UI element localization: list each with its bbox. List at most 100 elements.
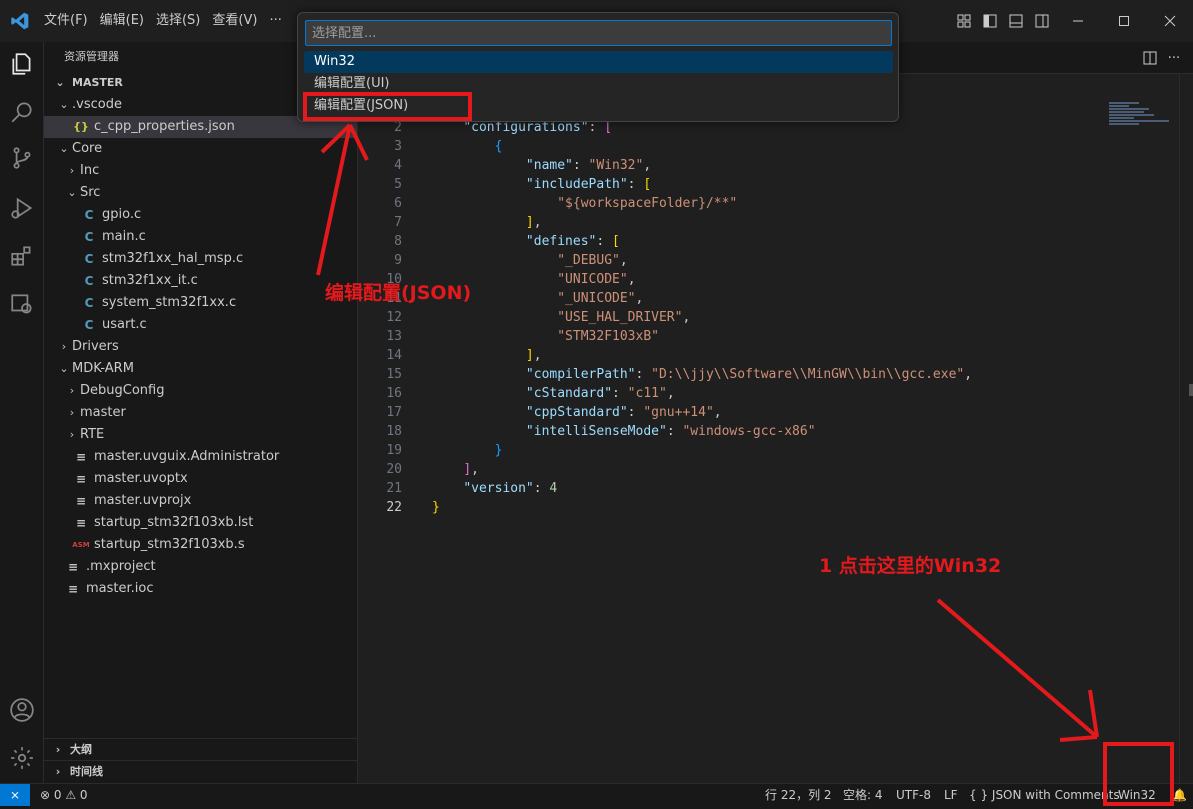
tree-item[interactable]: Cmain.c [44,226,357,248]
tree-item[interactable]: › DebugConfig [44,380,357,402]
chevron-right-icon: › [69,164,75,177]
tree-item[interactable]: Cgpio.c [44,204,357,226]
toggle-secondary-sidebar-icon[interactable] [1029,8,1055,34]
scrollbar-thumb[interactable] [1189,384,1193,396]
tree-item[interactable]: ≡ master.uvoptx [44,468,357,490]
minimize-icon[interactable] [1055,0,1101,42]
chevron-right-icon: › [55,743,61,756]
explorer-sidebar: 资源管理器 ⌄ MASTER ⌄ .vscode{} c_cpp_propertie… [44,42,358,783]
line-number: 19 [386,443,402,458]
tree-item[interactable]: ASM startup_stm32f103xb.s [44,534,357,556]
toggle-primary-sidebar-icon[interactable] [977,8,1003,34]
vscode-logo-icon [6,7,34,35]
line-number: 22 [386,500,402,515]
code-text: } [432,500,440,515]
chevron-down-icon: ⌄ [59,142,69,155]
annotation-label-click-win32: 1 点击这里的Win32 [819,555,1002,577]
code-text: "USE_HAL_DRIVER", [557,310,691,325]
tree-item[interactable]: › RTE [44,424,357,446]
tree-item-label: .vscode [72,97,122,112]
search-icon[interactable] [6,96,38,128]
source-control-icon[interactable] [6,142,38,174]
tree-item-label: stm32f1xx_it.c [102,273,198,288]
tree-item-label: main.c [102,229,146,244]
tree-item[interactable]: Cusart.c [44,314,357,336]
tree-item[interactable]: ≡ .mxproject [44,556,357,578]
line-number: 5 [394,177,402,192]
file-icon: ≡ [75,516,87,530]
cursor-position[interactable]: 行 22，列 2 [765,784,832,806]
tree-item[interactable]: › master [44,402,357,424]
tree-item-label: Core [72,141,103,156]
tree-item[interactable]: Cstm32f1xx_it.c [44,270,357,292]
outline-section[interactable]: › 大纲 [44,738,358,760]
menu-selection[interactable]: 选择(S) [150,7,206,35]
line-number: 12 [386,310,402,325]
timeline-section[interactable]: › 时间线 [44,760,358,782]
remote-indicator-icon[interactable]: ⨯ [0,784,30,806]
indentation[interactable]: 空格: 4 [843,784,883,806]
extensions-icon[interactable] [6,240,38,272]
line-number: 21 [386,481,402,496]
tree-item[interactable]: ≡ startup_stm32f103xb.lst [44,512,357,534]
tree-item-label: Src [80,185,101,200]
tree-item[interactable]: Csystem_stm32f1xx.c [44,292,357,314]
code-text: "_DEBUG", [557,253,628,268]
tree-item[interactable]: ≡ master.uvguix.Administrator [44,446,357,468]
code-text: "version": 4 [463,481,558,496]
tree-item[interactable]: ⌄ Src [44,182,357,204]
tree-item-label: DebugConfig [80,383,165,398]
workspace-root-label: MASTER [72,76,123,89]
line-number: 7 [394,215,402,230]
activity-bar [0,42,44,783]
c-file-icon: C [84,296,94,310]
line-number: 18 [386,424,402,439]
file-tree: ⌄ .vscode{} c_cpp_properties.json ⌄ Core › Inc… [44,94,357,600]
code-text: "name": "Win32", [525,158,652,173]
close-icon[interactable] [1147,0,1193,42]
explorer-icon[interactable] [6,48,38,80]
tree-item[interactable]: › Inc [44,160,357,182]
maximize-icon[interactable] [1101,0,1147,42]
menu-view[interactable]: 查看(V) [206,7,263,35]
quick-pick-input[interactable] [305,20,892,46]
tree-item[interactable]: ≡ master.uvprojx [44,490,357,512]
tree-item[interactable]: Cstm32f1xx_hal_msp.c [44,248,357,270]
tree-item-label: Inc [80,163,100,178]
menu-more[interactable]: ··· [263,7,287,35]
language-mode[interactable]: { } JSON with Comments [969,784,1120,806]
tree-item[interactable]: ⌄ MDK-ARM [44,358,357,380]
minimap[interactable] [1109,102,1179,152]
tree-item[interactable]: › Drivers [44,336,357,358]
customize-layout-icon[interactable] [951,8,977,34]
chevron-down-icon: ⌄ [59,98,69,111]
account-icon[interactable] [6,694,38,726]
editor-scrollbar[interactable] [1179,74,1193,783]
menu-edit[interactable]: 编辑(E) [94,7,150,35]
line-number: 4 [394,158,402,173]
chevron-down-icon: ⌄ [67,186,77,199]
tree-item[interactable]: ≡ master.ioc [44,578,357,600]
run-debug-icon[interactable] [6,192,38,224]
encoding[interactable]: UTF-8 [896,784,931,806]
tree-item-label: startup_stm32f103xb.lst [94,515,254,530]
more-actions-icon[interactable]: ··· [1164,48,1184,68]
tree-item[interactable]: ⌄ Core [44,138,357,160]
chevron-right-icon: › [69,406,75,419]
code-text: "compilerPath": "D:\\jjy\\Software\\MinG… [525,367,973,382]
quick-pick-item-win32[interactable]: Win32 [304,51,893,73]
status-bar: ⨯ ⊗ 0 ⚠ 0 行 22，列 2 空格: 4 UTF-8 LF { } JS… [0,783,1193,809]
menu-file[interactable]: 文件(F) [38,7,94,35]
asm-file-icon: ASM [72,541,90,549]
gear-icon[interactable] [6,742,38,774]
problems-indicator[interactable]: ⊗ 0 ⚠ 0 [40,784,88,806]
end-of-line[interactable]: LF [944,784,958,806]
split-editor-icon[interactable] [1140,48,1160,68]
c-file-icon: C [84,208,94,222]
line-number: 9 [394,253,402,268]
tree-item-label: master.ioc [86,581,154,596]
notifications-bell-icon[interactable]: 🔔 [1172,784,1187,806]
toggle-panel-icon[interactable] [1003,8,1029,34]
c-file-icon: C [84,274,94,288]
remote-explorer-icon[interactable] [6,288,38,320]
